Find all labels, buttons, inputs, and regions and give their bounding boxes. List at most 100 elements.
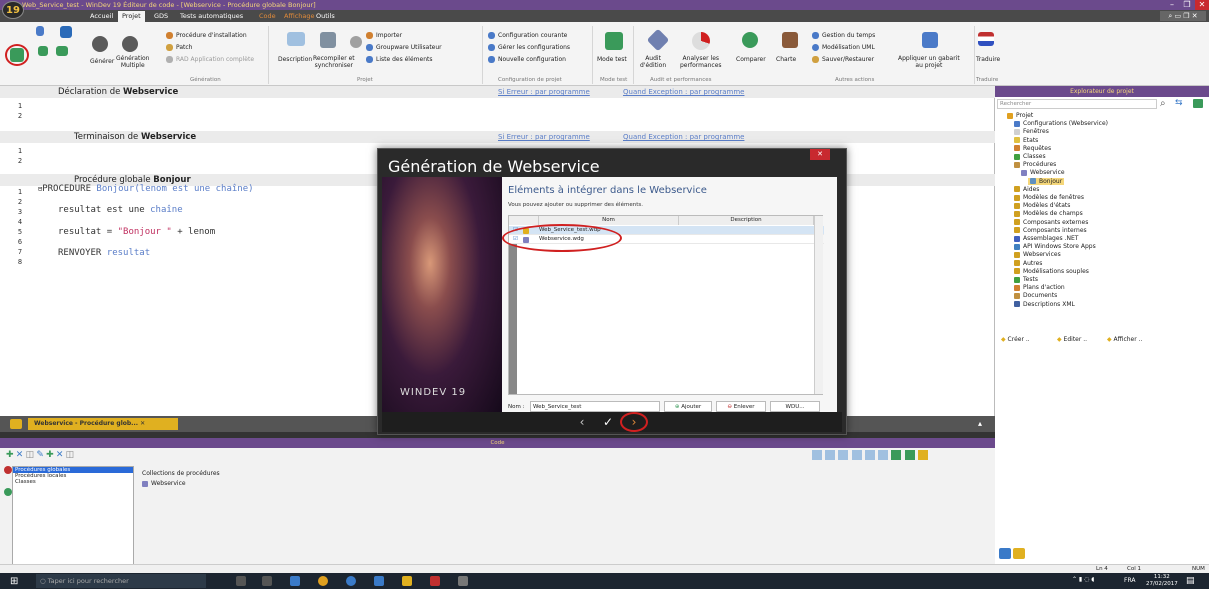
tree-item[interactable]: Projet: [1007, 112, 1033, 119]
file-explorer-icon[interactable]: [290, 576, 300, 586]
view-icon[interactable]: [904, 450, 915, 460]
scrollbar[interactable]: [814, 216, 823, 394]
generate-icon[interactable]: [10, 48, 24, 62]
tree-item[interactable]: Modélisations souples: [1014, 268, 1089, 275]
view-icon[interactable]: [878, 450, 889, 460]
enlever-button[interactable]: ⊖ Enlever: [716, 401, 766, 412]
ajouter-button[interactable]: ⊕ Ajouter: [664, 401, 712, 412]
view-icon[interactable]: [891, 450, 902, 460]
language-indicator[interactable]: FRA: [1124, 577, 1135, 584]
description-icon[interactable]: [287, 32, 305, 46]
creer-button[interactable]: ◆ Créer ..: [1001, 334, 1030, 346]
charte-label[interactable]: Charte: [776, 56, 796, 63]
maximize-button[interactable]: ❐: [1180, 0, 1194, 10]
tab-projet[interactable]: Projet: [118, 11, 145, 22]
view-icon[interactable]: [864, 450, 875, 460]
run-project-icon[interactable]: [56, 46, 68, 56]
charte-icon[interactable]: [782, 32, 798, 48]
tree-item[interactable]: Configurations (Webservice): [1014, 120, 1108, 127]
tab-webservice-procedure[interactable]: Webservice - Procédure glob... ✕: [28, 418, 178, 430]
config-courante-label[interactable]: Configuration courante: [498, 32, 567, 39]
elements-table[interactable]: Nom Description ☑ Web_Service_test.wdp ☑…: [508, 215, 824, 395]
traduire-label[interactable]: Traduire: [976, 56, 1000, 63]
editer-button[interactable]: ◆ Editer ..: [1057, 334, 1087, 346]
mic-icon[interactable]: [236, 576, 246, 586]
tree-item[interactable]: Modèles d'états: [1014, 202, 1070, 209]
flag-icon[interactable]: [978, 32, 994, 46]
tree-item[interactable]: Aides: [1014, 186, 1039, 193]
procedure-installation-label[interactable]: Procédure d'installation: [176, 32, 247, 39]
tree-item[interactable]: Procédures: [1014, 161, 1056, 168]
afficher-button[interactable]: ◆ Afficher ..: [1107, 334, 1142, 346]
pdf-icon[interactable]: [430, 576, 440, 586]
mode-test-icon[interactable]: [605, 32, 623, 50]
appliquer-gabarit-label[interactable]: Appliquer un gabarit au projet: [898, 55, 960, 69]
run-icon[interactable]: [38, 46, 48, 56]
view-icon[interactable]: [812, 450, 822, 460]
error-link[interactable]: Si Erreur : par programme: [498, 131, 590, 143]
close-icon[interactable]: ✕: [140, 420, 145, 427]
view-icon[interactable]: [825, 450, 836, 460]
compare-icon[interactable]: [742, 32, 758, 48]
browser-icon[interactable]: [346, 576, 356, 586]
exception-link[interactable]: Quand Exception : par programme: [623, 86, 744, 98]
generation-multiple-label[interactable]: Génération Multiple: [116, 55, 149, 69]
minimize-button[interactable]: –: [1165, 0, 1179, 10]
modelisation-uml-label[interactable]: Modélisation UML: [822, 44, 875, 51]
table-row[interactable]: ☑ Webservice.wdg: [509, 235, 824, 244]
description-label[interactable]: Description: [278, 56, 312, 63]
tree-item[interactable]: Webservice: [1021, 169, 1065, 176]
ribbon-controls[interactable]: ⌕ ▭ ❐ ✕: [1160, 11, 1206, 21]
rad-label[interactable]: RAD Application complète: [176, 56, 254, 63]
view-icon[interactable]: [917, 450, 928, 460]
tool-icon[interactable]: [458, 576, 468, 586]
clock[interactable]: 11:32 27/02/2017: [1146, 574, 1178, 587]
previous-button[interactable]: ‹: [572, 414, 592, 430]
delete-icon[interactable]: ✕: [16, 450, 24, 460]
tree-item[interactable]: Etats: [1014, 137, 1038, 144]
audit-icon[interactable]: [646, 28, 670, 52]
tab-outils[interactable]: Outils: [312, 11, 339, 22]
tree-item[interactable]: Bonjour: [1028, 177, 1065, 185]
edit-icon[interactable]: ✎: [36, 450, 44, 460]
tree-item[interactable]: Documents: [1014, 292, 1057, 299]
tool-icon[interactable]: ◫: [26, 450, 35, 460]
validate-button[interactable]: ✓: [598, 414, 618, 430]
tree-item[interactable]: Modèles de fenêtres: [1014, 194, 1084, 201]
add-icon[interactable]: ✚: [46, 450, 54, 460]
tab-gds[interactable]: GDS: [150, 11, 172, 22]
tree-item[interactable]: Tests: [1014, 276, 1038, 283]
sauver-restaurer-label[interactable]: Sauver/Restaurer: [822, 56, 874, 63]
tree-item[interactable]: API Windows Store Apps: [1014, 243, 1096, 250]
nouvelle-config-label[interactable]: Nouvelle configuration: [498, 56, 566, 63]
exception-link[interactable]: Quand Exception : par programme: [623, 131, 744, 143]
dialog-close-button[interactable]: ✕: [810, 149, 830, 160]
importer-label[interactable]: Importer: [376, 32, 402, 39]
column-header-description[interactable]: Description: [679, 216, 814, 225]
tab-accueil[interactable]: Accueil: [86, 11, 117, 22]
gerer-configs-label[interactable]: Gérer les configurations: [498, 44, 570, 51]
wdu-button[interactable]: WDU...: [770, 401, 820, 412]
new-icon[interactable]: [36, 26, 44, 36]
audit-label[interactable]: Audit d'édition: [640, 55, 666, 69]
next-button[interactable]: ›: [624, 414, 644, 430]
tree-item[interactable]: Autres: [1014, 260, 1042, 267]
tree-item[interactable]: Classes: [1014, 153, 1046, 160]
save-icon[interactable]: [60, 26, 72, 38]
chrome-icon[interactable]: [318, 576, 328, 586]
patch-label[interactable]: Patch: [176, 44, 192, 51]
tree-item[interactable]: Fenêtres: [1014, 128, 1049, 135]
windev-taskbar-icon[interactable]: [402, 576, 412, 586]
gear-icon[interactable]: [92, 36, 108, 52]
analyser-label[interactable]: Analyser les performances: [680, 55, 722, 69]
tab-tests-automatiques[interactable]: Tests automatiques: [176, 11, 247, 22]
procedure-type-list[interactable]: Procédures globales Procédures locales C…: [12, 466, 134, 566]
nom-input[interactable]: Web_Service_test: [530, 401, 660, 412]
tool-icon[interactable]: ◫: [66, 450, 75, 460]
add-icon[interactable]: ✚: [6, 450, 14, 460]
tree-item[interactable]: Composants internes: [1014, 227, 1087, 234]
list-item[interactable]: Classes: [13, 479, 133, 485]
multi-gear-icon[interactable]: [122, 36, 138, 52]
close-button[interactable]: ✕: [1195, 0, 1209, 10]
stop-icon[interactable]: [4, 466, 12, 474]
